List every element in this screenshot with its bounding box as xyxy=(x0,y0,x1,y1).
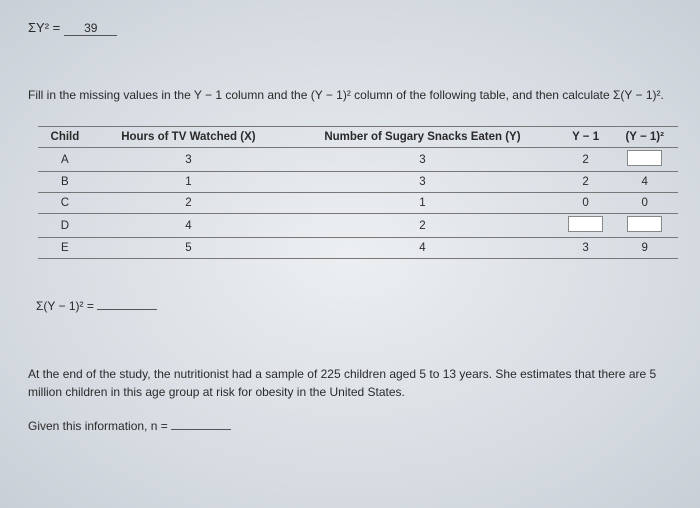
cell-ym1: 2 xyxy=(560,172,611,193)
table-header-row: Child Hours of TV Watched (X) Number of … xyxy=(38,127,678,148)
col-ym1: Y − 1 xyxy=(560,127,611,148)
cell-child: D xyxy=(38,214,92,238)
cell-y: 2 xyxy=(285,214,560,238)
cell-ym1-input xyxy=(560,214,611,238)
cell-ym1sq: 9 xyxy=(611,238,678,259)
cell-x: 1 xyxy=(92,172,285,193)
sum-answer-blank[interactable] xyxy=(97,309,157,310)
n-answer-blank[interactable] xyxy=(171,429,231,430)
table-row: E 5 4 3 9 xyxy=(38,238,678,259)
sigma-y-squared-label: ΣY² = xyxy=(28,20,60,35)
input-box[interactable] xyxy=(568,216,603,232)
cell-ym1sq: 4 xyxy=(611,172,678,193)
cell-ym1: 3 xyxy=(560,238,611,259)
col-x: Hours of TV Watched (X) xyxy=(92,127,285,148)
cell-x: 3 xyxy=(92,148,285,172)
cell-ym1: 2 xyxy=(560,148,611,172)
cell-y: 4 xyxy=(285,238,560,259)
table-row: C 2 1 0 0 xyxy=(38,193,678,214)
sigma-y-squared-value: 39 xyxy=(64,21,117,36)
col-y: Number of Sugary Snacks Eaten (Y) xyxy=(285,127,560,148)
given-line: Given this information, n = xyxy=(28,419,672,433)
table-row: D 4 2 xyxy=(38,214,678,238)
col-child: Child xyxy=(38,127,92,148)
cell-ym1sq-input xyxy=(611,148,678,172)
col-ym1sq: (Y − 1)² xyxy=(611,127,678,148)
cell-x: 5 xyxy=(92,238,285,259)
cell-ym1sq-input xyxy=(611,214,678,238)
cell-y: 1 xyxy=(285,193,560,214)
cell-y: 3 xyxy=(285,172,560,193)
cell-ym1: 0 xyxy=(560,193,611,214)
instructions-text: Fill in the missing values in the Y − 1 … xyxy=(28,86,672,104)
given-label: Given this information, n = xyxy=(28,419,168,433)
sum-label: Σ(Y − 1)² = xyxy=(36,299,94,313)
table-row: A 3 3 2 xyxy=(38,148,678,172)
data-table: Child Hours of TV Watched (X) Number of … xyxy=(38,126,678,259)
cell-y: 3 xyxy=(285,148,560,172)
cell-ym1sq: 0 xyxy=(611,193,678,214)
cell-child: A xyxy=(38,148,92,172)
cell-x: 2 xyxy=(92,193,285,214)
cell-x: 4 xyxy=(92,214,285,238)
sigma-y-squared-line: ΣY² = 39 xyxy=(28,20,672,36)
study-description: At the end of the study, the nutritionis… xyxy=(28,365,672,401)
cell-child: C xyxy=(38,193,92,214)
worksheet-page: ΣY² = 39 Fill in the missing values in t… xyxy=(0,0,700,508)
input-box[interactable] xyxy=(627,216,662,232)
table-row: B 1 3 2 4 xyxy=(38,172,678,193)
cell-child: E xyxy=(38,238,92,259)
input-box[interactable] xyxy=(627,150,662,166)
sum-y-minus-1-sq-line: Σ(Y − 1)² = xyxy=(36,299,672,313)
cell-child: B xyxy=(38,172,92,193)
